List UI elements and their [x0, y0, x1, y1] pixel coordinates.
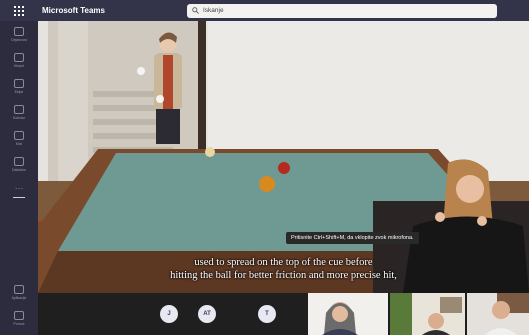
participant-video: [390, 293, 465, 335]
video-frame: [38, 21, 529, 293]
bell-icon: [14, 26, 24, 36]
apps-icon: [14, 284, 24, 294]
rail-item-label: Dejavnost: [11, 37, 27, 42]
participant-avatar[interactable]: AT: [198, 305, 216, 323]
rail-divider: [13, 197, 25, 198]
caption-line-2: hitting the ball for better friction and…: [170, 270, 397, 281]
teams-icon: [14, 78, 24, 88]
rail-item-label: Datoteke: [11, 167, 26, 172]
rail-item-klepet[interactable]: Klepet: [0, 47, 38, 73]
participant-strip: J AT T: [38, 293, 529, 335]
calendar-icon: [14, 104, 24, 114]
app-launcher-button[interactable]: [0, 0, 38, 21]
participant-video-tile[interactable]: [390, 293, 465, 335]
chat-icon: [14, 52, 24, 62]
rail-item-dejavnost[interactable]: Dejavnost: [0, 21, 38, 47]
waffle-icon: [14, 5, 24, 16]
rail-item-label: Koledar: [12, 115, 26, 120]
rail-item-label: Aplikacije: [11, 295, 27, 300]
title-bar: Microsoft Teams Iskanje: [0, 0, 529, 21]
rail-item-aplikacije[interactable]: Aplikacije: [0, 279, 38, 305]
help-icon: [14, 310, 24, 320]
participant-video-tile[interactable]: [308, 293, 388, 335]
caption-line-1: used to spread on the top of the cue bef…: [194, 257, 373, 268]
app-title: Microsoft Teams: [42, 6, 105, 15]
search-input[interactable]: Iskanje: [187, 3, 497, 18]
rail-item-label: Pomoč: [13, 321, 25, 326]
shared-video: [38, 21, 529, 293]
more-apps-button[interactable]: …: [0, 181, 38, 191]
rail-item-label: Klepet: [14, 63, 24, 68]
rail-item-datoteke[interactable]: Datoteke: [0, 151, 38, 177]
search-query: Iskanje: [203, 7, 224, 14]
rail-item-pomoc[interactable]: Pomoč: [0, 305, 38, 331]
app-rail: Dejavnost Klepet Ekipe Koledar Klici Dat…: [0, 21, 38, 335]
mute-tooltip: Pritisnite Ctrl+Shift+M, da vklopite zvo…: [286, 232, 419, 244]
rail-item-label: Ekipe: [14, 89, 24, 94]
participant-video: [467, 293, 529, 335]
participant-video-tile[interactable]: [467, 293, 529, 335]
search-icon: [192, 7, 199, 14]
rail-item-ekipe[interactable]: Ekipe: [0, 73, 38, 99]
rail-item-label: Klici: [15, 141, 23, 146]
participant-avatar[interactable]: J: [160, 305, 178, 323]
participant-video: [308, 293, 388, 335]
files-icon: [14, 156, 24, 166]
rail-item-koledar[interactable]: Koledar: [0, 99, 38, 125]
participant-avatar[interactable]: T: [258, 305, 276, 323]
phone-icon: [14, 130, 24, 140]
rail-item-klici[interactable]: Klici: [0, 125, 38, 151]
